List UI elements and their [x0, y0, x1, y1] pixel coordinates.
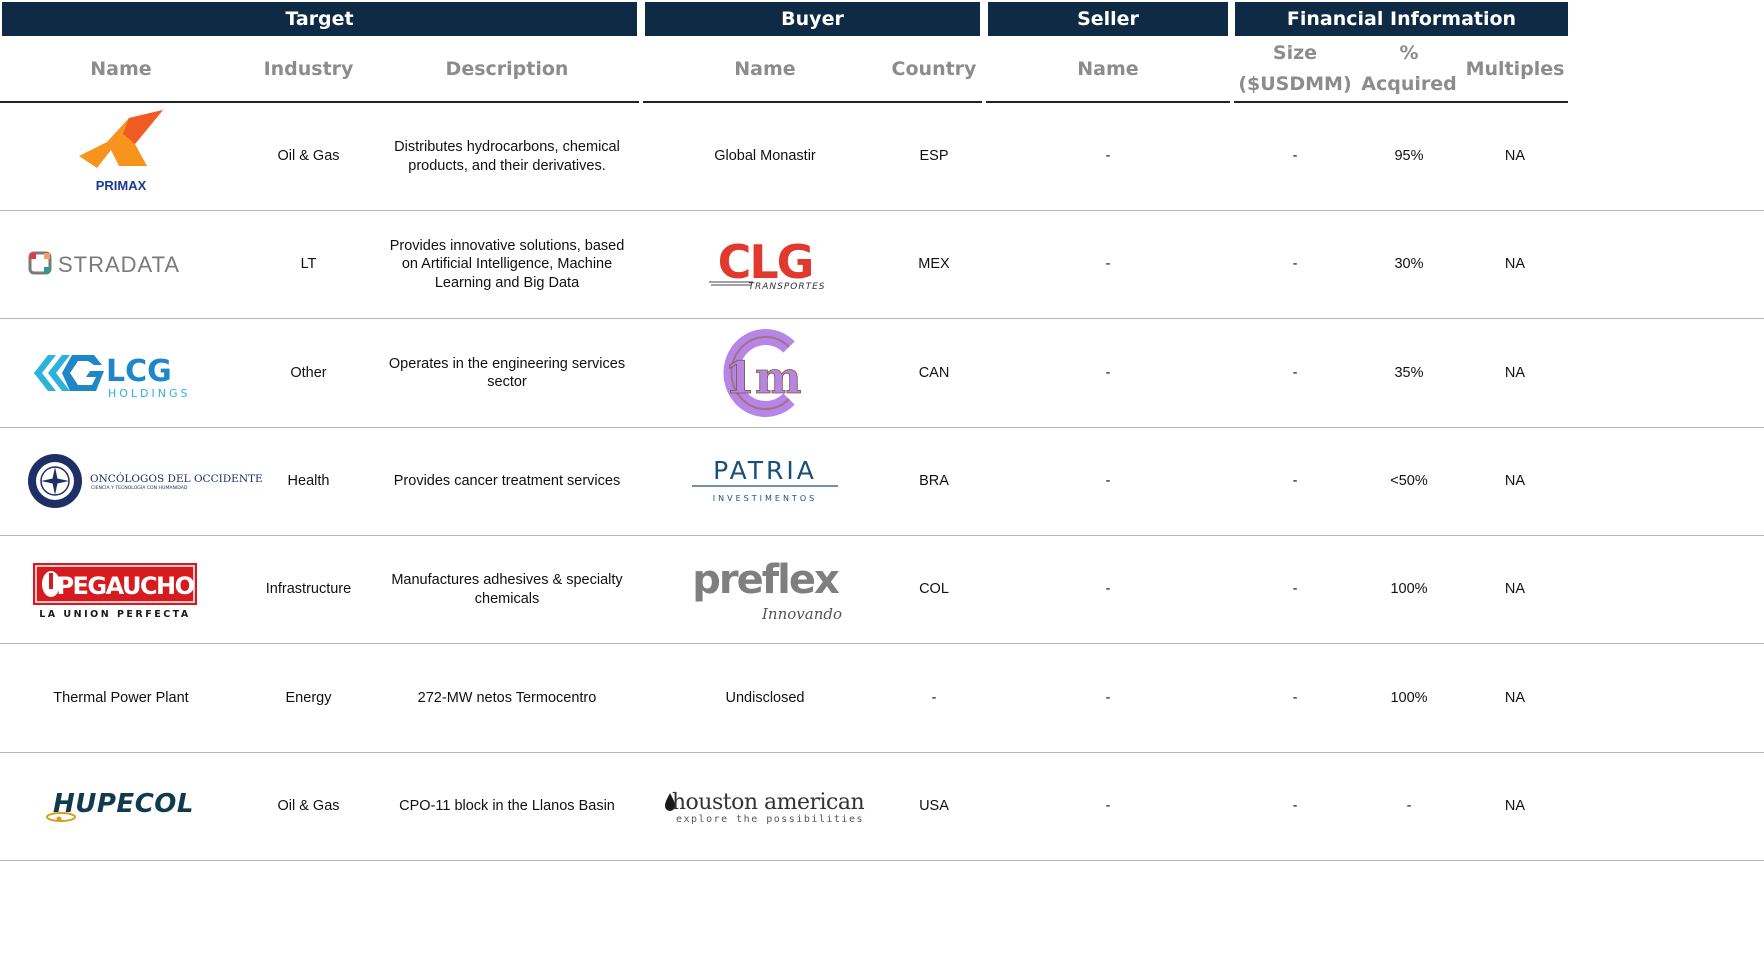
multiples-cell: NA: [1504, 473, 1526, 490]
multiples-cell: NA: [1504, 364, 1526, 381]
column-header-description: Description: [445, 57, 569, 80]
svg-text:houston american: houston american: [672, 790, 865, 815]
svg-text:LCG: LCG: [106, 354, 172, 389]
country-cell: MEX: [918, 256, 950, 273]
column-header-acquired: % Acquired: [1361, 42, 1457, 95]
svg-text:1m: 1m: [724, 353, 801, 404]
description-cell: Distributes hydrocarbons, chemical produ…: [394, 139, 620, 174]
hupecol-logo: HUPECOL: [20, 756, 242, 858]
svg-text:explore the possibilities: explore the possibilities: [676, 814, 864, 825]
description-cell: Manufactures adhesives & specialty chemi…: [391, 572, 623, 607]
column-header-seller-name: Name: [1077, 57, 1139, 80]
svg-text:STRADATA: STRADATA: [58, 252, 180, 277]
description-cell: Provides innovative solutions, based on …: [389, 237, 625, 291]
svg-text:INVESTIMENTOS: INVESTIMENTOS: [713, 494, 817, 503]
multiples-cell: NA: [1504, 689, 1526, 706]
group-header-buyer: Buyer: [645, 2, 980, 36]
description-cell: Operates in the engineering services sec…: [388, 355, 626, 391]
pegaucho-logo: PEGAUCHO LA UNION PERFECTA: [0, 538, 230, 641]
row-divider: [0, 860, 1764, 861]
industry-cell: Oil & Gas: [277, 798, 340, 815]
multiples-cell: NA: [1504, 256, 1526, 273]
size-cell: -: [1292, 689, 1298, 706]
description-cell: CPO-11 block in the Llanos Basin: [399, 798, 615, 815]
country-cell: USA: [919, 798, 949, 815]
buyer-name-cell: Global Monastir: [714, 148, 816, 165]
industry-cell: Other: [290, 364, 327, 381]
acquired-cell: 30%: [1394, 256, 1424, 273]
size-cell: -: [1292, 364, 1298, 381]
seller-name-cell: -: [1105, 473, 1111, 490]
description-cell: Provides cancer treatment services: [393, 473, 621, 490]
acquired-cell: 100%: [1390, 581, 1428, 598]
size-cell: -: [1292, 473, 1298, 490]
houston-american-logo: houston american explore the possibiliti…: [643, 756, 887, 858]
country-cell: COL: [919, 581, 949, 598]
clg-logo: CLG TRANSPORTES: [643, 212, 887, 316]
acquired-cell: 100%: [1390, 689, 1428, 706]
svg-text:preflex: preflex: [692, 557, 840, 603]
column-header-country: Country: [891, 57, 977, 80]
oncologos-logo: ONCÓLOGOS DEL OCCIDENTE CIENCIA Y TECNOL…: [14, 430, 263, 532]
svg-text:HOLDINGS: HOLDINGS: [108, 387, 191, 400]
group-header-seller: Seller: [988, 2, 1228, 36]
column-header-industry: Industry: [263, 57, 354, 80]
seller-name-cell: -: [1105, 256, 1111, 273]
lcg-holdings-logo: LCG HOLDINGS: [0, 321, 230, 425]
preflex-logo: preflex Innovando: [643, 538, 887, 641]
seller-name-cell: -: [1105, 148, 1111, 165]
svg-text:Innovando: Innovando: [761, 605, 842, 623]
column-header-buyer-name: Name: [734, 57, 796, 80]
multiples-cell: NA: [1504, 798, 1526, 815]
buyer-name-cell: Undisclosed: [725, 689, 805, 706]
seller-name-cell: -: [1105, 364, 1111, 381]
country-cell: ESP: [919, 148, 949, 165]
size-cell: -: [1292, 798, 1298, 815]
column-header-size: Size ($USDMM): [1238, 42, 1352, 95]
seller-name-cell: -: [1105, 689, 1111, 706]
multiples-cell: NA: [1504, 148, 1526, 165]
svg-text:PATRIA: PATRIA: [713, 456, 817, 485]
svg-text:CLG: CLG: [718, 235, 813, 289]
country-cell: CAN: [918, 364, 950, 381]
patria-logo: PATRIA INVESTIMENTOS: [643, 430, 887, 532]
group-header-target: Target: [2, 2, 637, 36]
industry-cell: Health: [287, 473, 330, 490]
c1m-logo: 1m: [643, 321, 887, 425]
size-cell: -: [1292, 148, 1298, 165]
size-cell: -: [1292, 256, 1298, 273]
acquired-cell: <50%: [1390, 473, 1428, 490]
seller-name-cell: -: [1105, 798, 1111, 815]
target-name-cell: Thermal Power Plant: [53, 689, 189, 706]
column-header-multiples: Multiples: [1465, 57, 1565, 80]
multiples-cell: NA: [1504, 581, 1526, 598]
industry-cell: Energy: [285, 689, 332, 706]
country-cell: BRA: [919, 473, 949, 490]
industry-cell: Infrastructure: [265, 581, 352, 598]
industry-cell: LT: [300, 256, 317, 273]
description-cell: 272-MW netos Termocentro: [417, 689, 597, 706]
svg-text:TRANSPORTES: TRANSPORTES: [748, 282, 825, 292]
svg-text:ONCÓLOGOS DEL OCCIDENTE: ONCÓLOGOS DEL OCCIDENTE: [90, 471, 263, 485]
acquired-cell: -: [1406, 798, 1412, 815]
size-cell: -: [1292, 581, 1298, 598]
column-header-target-name: Name: [90, 57, 152, 80]
industry-cell: Oil & Gas: [277, 148, 340, 165]
svg-text:CIENCIA Y TECNOLOGÍA CON HUMAN: CIENCIA Y TECNOLOGÍA CON HUMANIDAD: [91, 484, 188, 491]
seller-name-cell: -: [1105, 581, 1111, 598]
svg-text:PRIMAX: PRIMAX: [96, 178, 147, 193]
svg-text:PEGAUCHO: PEGAUCHO: [56, 572, 194, 600]
svg-text:LA UNION PERFECTA: LA UNION PERFECTA: [39, 609, 191, 620]
acquired-cell: 95%: [1394, 148, 1424, 165]
country-cell: -: [931, 689, 937, 706]
group-header-financial: Financial Information: [1235, 2, 1568, 36]
primax-logo: PRIMAX: [0, 106, 242, 206]
acquired-cell: 35%: [1394, 364, 1424, 381]
stradata-logo: STRADATA: [0, 212, 215, 316]
